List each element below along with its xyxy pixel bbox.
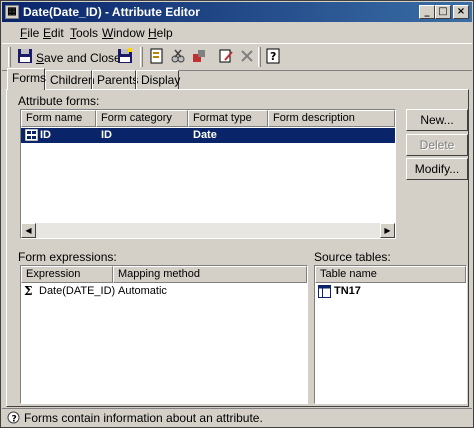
status-bar: ? Forms contain information about an att…: [2, 408, 472, 426]
column-header-format-type[interactable]: Format type: [188, 110, 268, 127]
toolbar-grip[interactable]: [140, 47, 143, 67]
save-icon[interactable]: [116, 48, 134, 66]
tab-display[interactable]: Display: [136, 70, 180, 89]
column-header-form-category[interactable]: Form category: [96, 110, 188, 127]
toolbar-grip[interactable]: [258, 47, 261, 67]
toolbar-grip[interactable]: [8, 47, 11, 67]
mapping-method-cell: Automatic: [118, 285, 167, 297]
new-button[interactable]: New...: [406, 109, 468, 131]
menu-file[interactable]: File: [20, 26, 39, 40]
menu-tools[interactable]: Tools: [70, 26, 98, 40]
svg-text:?: ?: [12, 415, 17, 425]
help-icon[interactable]: ?: [264, 48, 282, 66]
column-header-form-name[interactable]: Form name: [21, 110, 96, 127]
menu-help[interactable]: Help: [148, 26, 173, 40]
format-type-cell: Date: [193, 129, 217, 141]
scroll-right-arrow-icon[interactable]: ▶: [380, 223, 395, 238]
menu-window[interactable]: Window: [102, 26, 145, 40]
attribute-forms-list[interactable]: Form name Form category Format type Form…: [20, 109, 396, 239]
form-id-icon: [24, 128, 39, 142]
status-text: Forms contain information about an attri…: [24, 411, 263, 425]
attribute-editor-window: ▦ Date(Date_ID) - Attribute Editor _ □ ×…: [0, 0, 474, 428]
info-icon: ?: [7, 411, 20, 425]
title-bar[interactable]: ▦ Date(Date_ID) - Attribute Editor _ □ ×: [2, 2, 472, 22]
table-row[interactable]: Σ Date(DATE_ID) Automatic: [21, 284, 307, 299]
close-button[interactable]: ×: [453, 5, 469, 19]
column-header-expression[interactable]: Expression: [21, 266, 113, 283]
column-header-form-description[interactable]: Form description: [268, 110, 395, 127]
save-disk-icon[interactable]: [16, 48, 34, 66]
sigma-icon: Σ: [24, 284, 33, 298]
attribute-forms-label: Attribute forms:: [18, 94, 100, 108]
source-tables-label: Source tables:: [314, 250, 391, 264]
expression-cell: Date(DATE_ID): [39, 285, 116, 297]
toolbar: Save and Close ?: [2, 43, 472, 71]
delete-button[interactable]: Delete: [406, 134, 468, 156]
delete-x-icon[interactable]: [238, 48, 256, 66]
table-name-cell: TN17: [334, 285, 361, 297]
minimize-button[interactable]: _: [419, 5, 435, 19]
table-row[interactable]: ID ID Date: [21, 128, 395, 143]
copy-icon[interactable]: [190, 48, 208, 66]
edit-icon[interactable]: [217, 48, 235, 66]
source-tables-list[interactable]: Table name TN17: [314, 265, 467, 404]
column-header-table-name[interactable]: Table name: [315, 266, 466, 283]
form-expressions-label: Form expressions:: [18, 250, 117, 264]
attribute-icon: ▦: [5, 5, 19, 19]
tab-children[interactable]: Children: [45, 70, 95, 89]
tab-parents[interactable]: Parents: [92, 70, 138, 89]
tab-forms[interactable]: Forms: [7, 68, 46, 90]
form-category-cell: ID: [101, 129, 112, 141]
scroll-left-arrow-icon[interactable]: ◀: [21, 223, 36, 238]
modify-button[interactable]: Modify...: [406, 158, 468, 180]
properties-icon[interactable]: [148, 48, 166, 66]
maximize-button[interactable]: □: [435, 5, 451, 19]
form-expressions-list[interactable]: Expression Mapping method Σ Date(DATE_ID…: [20, 265, 308, 404]
save-and-close-button[interactable]: Save and Close: [36, 51, 121, 65]
horizontal-scrollbar[interactable]: ◀ ▶: [21, 223, 395, 238]
table-icon: [318, 285, 331, 298]
menu-edit[interactable]: Edit: [43, 26, 64, 40]
column-header-mapping-method[interactable]: Mapping method: [113, 266, 307, 283]
menu-bar: File Edit Tools Window Help: [2, 23, 472, 42]
form-name-cell: ID: [40, 129, 51, 141]
window-title: Date(Date_ID) - Attribute Editor: [23, 5, 200, 19]
svg-text:?: ?: [270, 50, 276, 63]
cut-icon[interactable]: [169, 48, 187, 66]
table-row[interactable]: TN17: [315, 284, 466, 299]
